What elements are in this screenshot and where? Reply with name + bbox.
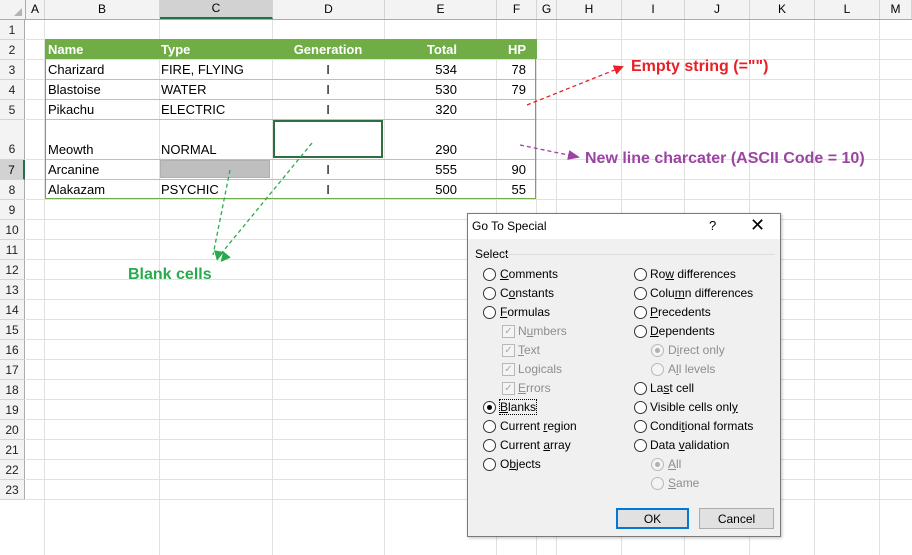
- formula-sub-2-checkbox[interactable]: ✓: [502, 363, 515, 376]
- left-option2-2-radio[interactable]: [483, 439, 496, 452]
- option-label: Data validation: [650, 438, 730, 452]
- close-icon[interactable]: ✕: [750, 215, 765, 236]
- right-option2-1-radio[interactable]: [634, 401, 647, 414]
- new-line-annotation: New line charcater (ASCII Code = 10): [585, 150, 865, 167]
- option-label: All levels: [668, 362, 716, 376]
- group-separator: [503, 254, 775, 255]
- validation-sub-1-radio[interactable]: [651, 477, 664, 490]
- option-label: Conditional formats: [650, 419, 754, 433]
- dependent-sub-1-radio[interactable]: [651, 363, 664, 376]
- left-option2-3-radio[interactable]: [483, 458, 496, 471]
- option-label: Constants: [500, 286, 555, 300]
- go-to-special-dialog: Go To Special ? ✕ Select Comments Constan…: [467, 213, 781, 537]
- option-label: Errors: [518, 381, 551, 395]
- right-option-3-radio[interactable]: [634, 325, 647, 338]
- option-label: Column differences: [650, 286, 754, 300]
- arrow-blank-1: [212, 169, 231, 261]
- dialog-title-bar: Go To Special ? ✕: [468, 214, 780, 239]
- option-label: Comments: [500, 267, 559, 281]
- option-label: Text: [518, 343, 541, 357]
- option-label: Same: [668, 476, 700, 490]
- right-option-0-radio[interactable]: [634, 268, 647, 281]
- left-option-0-radio[interactable]: [483, 268, 496, 281]
- arrow-blank-2: [219, 142, 313, 263]
- dependent-sub-0-radio[interactable]: [651, 344, 664, 357]
- option-label: Formulas: [500, 305, 551, 319]
- left-option2-1-radio[interactable]: [483, 420, 496, 433]
- validation-sub-0-radio[interactable]: [651, 458, 664, 471]
- arrow-new-line: [519, 144, 580, 160]
- option-label: Row differences: [650, 267, 736, 281]
- option-label: Visible cells only: [650, 400, 738, 414]
- option-label: Current region: [500, 419, 577, 433]
- left-option-2-radio[interactable]: [483, 306, 496, 319]
- dialog-title: Go To Special: [472, 219, 547, 233]
- option-label: Blanks: [498, 399, 538, 415]
- right-option-2-radio[interactable]: [634, 306, 647, 319]
- option-label: Objects: [500, 457, 541, 471]
- option-label: Last cell: [650, 381, 695, 395]
- formula-sub-1-checkbox[interactable]: ✓: [502, 344, 515, 357]
- right-option-1-radio[interactable]: [634, 287, 647, 300]
- option-label: Direct only: [668, 343, 725, 357]
- right-option2-3-radio[interactable]: [634, 439, 647, 452]
- left-option2-0-radio[interactable]: [483, 401, 496, 414]
- option-label: Numbers: [518, 324, 567, 338]
- help-button[interactable]: ?: [709, 218, 716, 233]
- left-option-1-radio[interactable]: [483, 287, 496, 300]
- empty-string-annotation: Empty string (=""): [631, 58, 769, 75]
- option-label: Dependents: [650, 324, 715, 338]
- cancel-button[interactable]: Cancel: [699, 508, 774, 529]
- right-option2-2-radio[interactable]: [634, 420, 647, 433]
- arrow-empty-string: [526, 65, 624, 106]
- option-label: Precedents: [650, 305, 711, 319]
- formula-sub-0-checkbox[interactable]: ✓: [502, 325, 515, 338]
- ok-button[interactable]: OK: [616, 508, 689, 529]
- formula-sub-3-checkbox[interactable]: ✓: [502, 382, 515, 395]
- right-option2-0-radio[interactable]: [634, 382, 647, 395]
- blank-cells-annotation: Blank cells: [128, 266, 212, 283]
- option-label: Logicals: [518, 362, 563, 376]
- option-label: All: [668, 457, 682, 471]
- option-label: Current array: [500, 438, 571, 452]
